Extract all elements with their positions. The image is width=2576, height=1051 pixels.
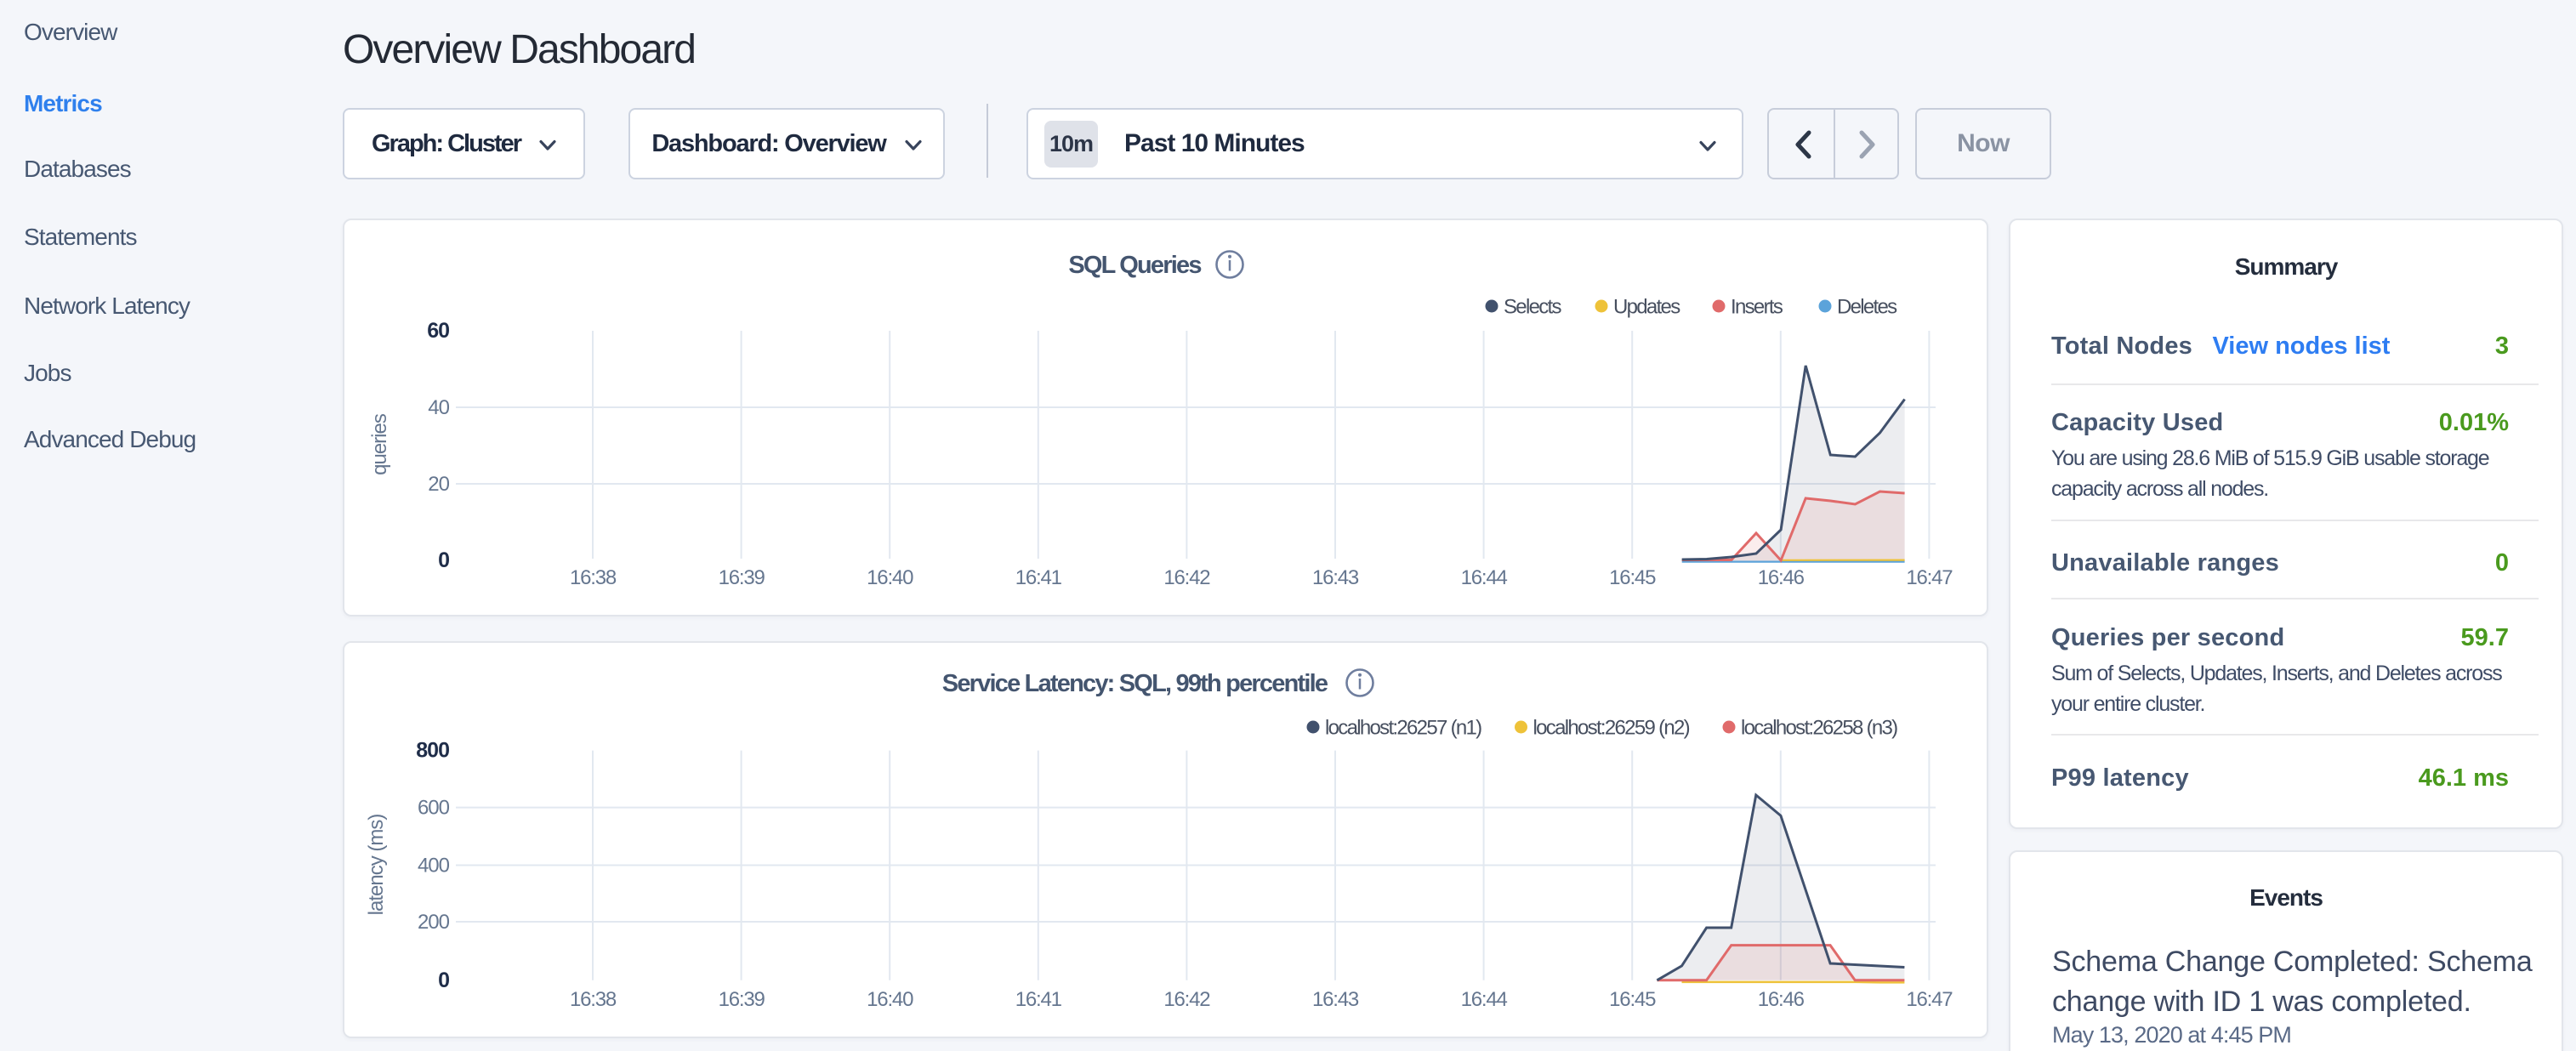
svg-text:Selects: Selects [1504, 296, 1562, 319]
svg-text:16:39: 16:39 [719, 566, 765, 589]
svg-text:16:39: 16:39 [719, 988, 765, 1011]
svg-text:40: 40 [428, 396, 449, 419]
svg-text:16:45: 16:45 [1609, 566, 1656, 589]
svg-text:16:41: 16:41 [1015, 566, 1062, 589]
svg-text:localhost:26257 (n1): localhost:26257 (n1) [1325, 717, 1481, 740]
svg-text:16:42: 16:42 [1163, 988, 1210, 1011]
svg-text:16:47: 16:47 [1906, 988, 1953, 1011]
svg-text:16:41: 16:41 [1015, 988, 1062, 1011]
svg-text:16:38: 16:38 [570, 566, 617, 589]
svg-text:SQL Queries: SQL Queries [1068, 252, 1201, 279]
svg-text:16:42: 16:42 [1163, 566, 1210, 589]
svg-text:Inserts: Inserts [1731, 296, 1783, 319]
svg-text:queries: queries [368, 413, 391, 475]
svg-text:20: 20 [428, 473, 449, 496]
svg-text:16:40: 16:40 [867, 988, 913, 1011]
svg-text:16:44: 16:44 [1461, 566, 1508, 589]
svg-text:Service Latency: SQL, 99th per: Service Latency: SQL, 99th percentile [942, 670, 1328, 697]
svg-text:16:47: 16:47 [1906, 566, 1953, 589]
svg-text:16:44: 16:44 [1461, 988, 1508, 1011]
svg-text:Updates: Updates [1613, 296, 1680, 319]
svg-text:16:45: 16:45 [1609, 988, 1656, 1011]
svg-text:200: 200 [418, 911, 450, 934]
svg-text:16:38: 16:38 [570, 988, 617, 1011]
svg-text:0: 0 [438, 969, 449, 992]
svg-text:0: 0 [438, 548, 449, 572]
svg-text:16:46: 16:46 [1758, 566, 1805, 589]
svg-text:localhost:26258 (n3): localhost:26258 (n3) [1741, 717, 1897, 740]
svg-text:16:43: 16:43 [1312, 566, 1359, 589]
svg-text:600: 600 [418, 797, 450, 820]
svg-text:16:40: 16:40 [867, 566, 913, 589]
svg-text:16:46: 16:46 [1758, 988, 1805, 1011]
svg-text:Deletes: Deletes [1837, 296, 1897, 319]
svg-text:800: 800 [416, 739, 449, 763]
svg-text:16:43: 16:43 [1312, 988, 1359, 1011]
svg-text:latency (ms): latency (ms) [365, 815, 388, 916]
svg-text:localhost:26259 (n2): localhost:26259 (n2) [1533, 717, 1690, 740]
svg-text:60: 60 [427, 319, 449, 343]
svg-text:400: 400 [418, 855, 450, 878]
